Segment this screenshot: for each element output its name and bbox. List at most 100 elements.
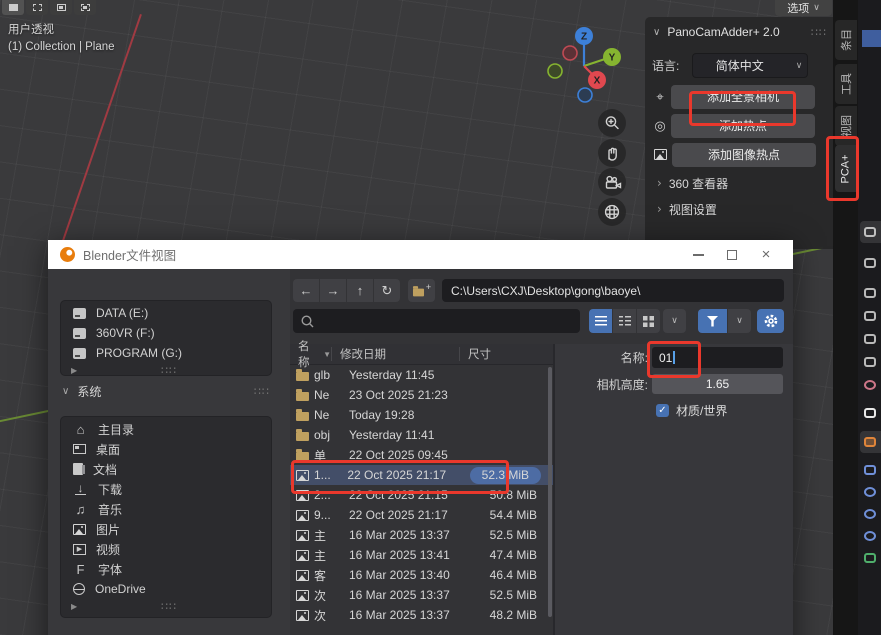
display-settings-dropdown[interactable]: ∨ [663,309,686,333]
sidebar-tab-视图[interactable]: 视图 [835,106,857,146]
panel-title: PanoCamAdder+ 2.0 [667,25,811,39]
file-row[interactable]: glbYesterday 11:45 [290,365,555,385]
close-button[interactable]: × [749,242,783,268]
column-size[interactable]: 尺寸 [460,347,491,361]
column-date-modified[interactable]: 修改日期 [332,347,460,361]
file-row[interactable]: objYesterday 11:41 [290,425,555,445]
drag-handle-icon[interactable]: ∷∷ [811,26,827,39]
add-hotspot-button[interactable]: 添加热点 [671,114,815,138]
render-icon[interactable] [864,288,876,298]
column-name[interactable]: 名称▼ [290,347,332,361]
camera-height-input[interactable]: 1.65 [652,374,783,394]
file-list-scrollbar[interactable] [548,367,552,617]
zoom-button[interactable] [598,109,626,137]
ortho-perspective-button[interactable] [598,198,626,226]
constraints-icon[interactable] [864,531,876,541]
object-icon[interactable] [864,437,876,447]
display-thumbnails-button[interactable] [637,309,660,333]
modifiers-icon[interactable] [864,465,876,475]
options-dropdown-button[interactable]: 选项 ∨ [775,0,832,16]
outliner-selected-row[interactable] [862,30,881,47]
path-text: C:\Users\CXJ\Desktop\gong\baoye\ [451,284,640,298]
output-icon[interactable] [864,311,876,321]
file-row[interactable]: 9...22 Oct 2025 21:1754.4 MiB [290,505,555,525]
sidebar-item-文档[interactable]: 文档 [61,459,271,479]
filter-button[interactable] [698,309,727,333]
sidebar-item-主目录[interactable]: ⌂主目录 [61,419,271,439]
add-pano-camera-button[interactable]: 添加全景相机 [671,85,815,109]
search-input[interactable] [293,309,580,333]
file-row[interactable]: 次16 Mar 2025 13:3748.2 MiB [290,605,555,625]
system-expander[interactable]: ▶ ∷∷ [61,599,271,613]
new-folder-button[interactable]: + [408,279,435,302]
sidebar-item-视频[interactable]: ▶视频 [61,539,271,559]
downloads-icon: ↓ [75,483,86,495]
file-row[interactable]: 单22 Oct 2025 09:45 [290,445,555,465]
collection-label: (1) Collection | Plane [8,39,115,56]
file-row[interactable]: 2...22 Oct 2025 21:1550.8 MiB [290,485,555,505]
file-row[interactable]: 次16 Mar 2025 13:3752.5 MiB [290,585,555,605]
camera-view-button[interactable] [598,168,626,196]
select-mode-extend-button[interactable] [26,0,48,15]
display-vertical-list-button[interactable] [589,309,612,333]
system-section-header[interactable]: ∨ 系统 ∷∷ [62,383,274,400]
sidebar-tab-pca+[interactable]: PCA+ [835,145,857,192]
file-row[interactable]: 1...22 Oct 2025 21:1752.3 MiB [290,465,555,485]
select-mode-subtract-button[interactable] [50,0,72,15]
physics-icon[interactable] [864,509,876,519]
tool-icon[interactable] [864,258,876,268]
operator-properties-panel: 名称: 01 相机高度: 1.65 ✓ [555,344,793,635]
filter-settings-dropdown[interactable]: ∨ [728,309,751,333]
file-name: 1... [314,468,342,482]
name-input[interactable]: 01 [652,347,783,368]
sidebar-item-音乐[interactable]: ♫音乐 [61,499,271,519]
pan-button[interactable] [598,139,626,167]
volumes-expander[interactable]: ▶ ∷∷ [61,363,271,377]
path-input[interactable]: C:\Users\CXJ\Desktop\gong\baoye\ [442,279,784,302]
editor-type-icon[interactable] [864,227,876,237]
file-row[interactable]: NeToday 19:28 [290,405,555,425]
select-mode-new-button[interactable] [2,0,24,15]
minimize-button[interactable] [681,242,715,268]
select-mode-intersect-button[interactable] [74,0,96,15]
file-row[interactable]: Ne23 Oct 2025 21:23 [290,385,555,405]
settings-button[interactable] [757,309,784,333]
data-icon[interactable] [864,553,876,563]
sidebar-item-桌面[interactable]: 桌面 [61,439,271,459]
sidebar-item-下载[interactable]: ↓下载 [61,479,271,499]
panel-header[interactable]: ∨ PanoCamAdder+ 2.0 ∷∷ [645,17,833,45]
subpanel-360-viewer[interactable]: ›360 查看器 [657,173,833,193]
up-button[interactable]: ↑ [347,279,373,302]
view-layer-icon[interactable] [864,334,876,344]
sidebar-item-图片[interactable]: 图片 [61,519,271,539]
scene-icon[interactable] [864,357,876,367]
dialog-titlebar[interactable]: Blender文件视图 × [48,240,793,269]
sidebar-tab-条目[interactable]: 条目 [835,20,857,60]
subpanel-view-settings[interactable]: ›视图设置 [657,199,833,219]
volume-item[interactable]: PROGRAM (G:) [61,343,271,363]
add-image-hotspot-button[interactable]: 添加图像热点 [672,143,816,167]
back-button[interactable]: ← [293,279,319,302]
volume-label: PROGRAM (G:) [96,346,182,360]
navigation-gizmo[interactable]: Z Y X [534,18,634,110]
sidebar-item-OneDrive[interactable]: OneDrive [61,579,271,599]
file-row[interactable]: 主16 Mar 2025 13:4147.4 MiB [290,545,555,565]
sidebar-tab-工具[interactable]: 工具 [835,64,857,104]
drag-dots-icon: ∷∷ [254,385,270,398]
language-dropdown[interactable]: 简体中文 ∨ [692,53,808,78]
volume-item[interactable]: 360VR (F:) [61,323,271,343]
volume-item[interactable]: DATA (E:) [61,303,271,323]
maximize-button[interactable] [715,242,749,268]
file-row[interactable]: 客16 Mar 2025 13:4046.4 MiB [290,565,555,585]
world-icon[interactable] [864,380,876,390]
file-date: Yesterday 11:41 [349,428,473,442]
forward-button[interactable]: → [320,279,346,302]
sidebar-item-字体[interactable]: F字体 [61,559,271,579]
particles-icon[interactable] [864,487,876,497]
refresh-button[interactable]: ↻ [374,279,400,302]
display-horizontal-list-button[interactable] [613,309,636,333]
collection-icon[interactable] [864,408,876,418]
horizontal-list-icon [619,316,631,326]
material-world-checkbox[interactable]: ✓ [656,404,669,417]
file-row[interactable]: 主16 Mar 2025 13:3752.5 MiB [290,525,555,545]
